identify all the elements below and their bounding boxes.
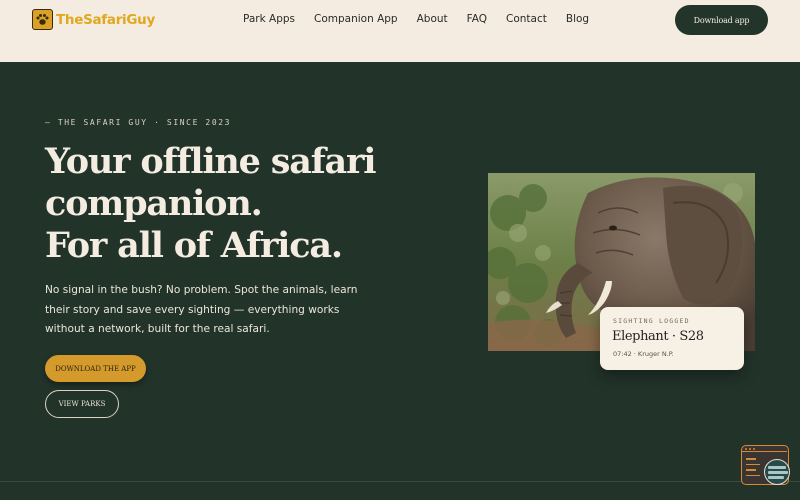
headline-line-2: companion.: [45, 183, 263, 224]
chat-bubble-icon: [764, 459, 790, 485]
main-nav: Park Apps Companion App About FAQ Contac…: [243, 13, 608, 25]
headline-line-3: For all of Africa.: [45, 225, 343, 266]
sighting-title: Elephant · S28: [612, 329, 704, 344]
download-the-app-button[interactable]: DOWNLOAD THE APP: [45, 355, 146, 382]
view-parks-button[interactable]: VIEW PARKS: [45, 390, 119, 418]
app-window-icon[interactable]: [741, 445, 790, 485]
sighting-card: SIGHTING LOGGED Elephant · S28 07:42 · K…: [600, 307, 744, 370]
nav-blog[interactable]: Blog: [566, 13, 589, 25]
logo-text: TheSafariGuy: [56, 11, 155, 28]
hero-eyebrow: — THE SAFARI GUY · SINCE 2023: [45, 118, 232, 127]
nav-faq[interactable]: FAQ: [467, 13, 487, 25]
site-header: TheSafariGuy Park Apps Companion App Abo…: [0, 0, 800, 62]
hero-headline: Your offline safari companion. For all o…: [45, 141, 445, 267]
nav-companion-app[interactable]: Companion App: [314, 13, 398, 25]
hero-description: No signal in the bush? No problem. Spot …: [45, 284, 358, 335]
paw-icon: [32, 9, 53, 30]
nav-contact[interactable]: Contact: [506, 13, 547, 25]
headline-line-1: Your offline safari: [45, 141, 377, 182]
section-divider: [0, 481, 800, 482]
nav-about[interactable]: About: [417, 13, 448, 25]
download-app-button[interactable]: Download app: [675, 5, 768, 35]
sighting-subtitle: 07:42 · Kruger N.P.: [613, 350, 674, 358]
nav-park-apps[interactable]: Park Apps: [243, 13, 295, 25]
window-lines: [746, 458, 760, 480]
window-bar: [742, 446, 787, 452]
sighting-label: SIGHTING LOGGED: [613, 317, 690, 325]
logo[interactable]: TheSafariGuy: [32, 9, 155, 30]
